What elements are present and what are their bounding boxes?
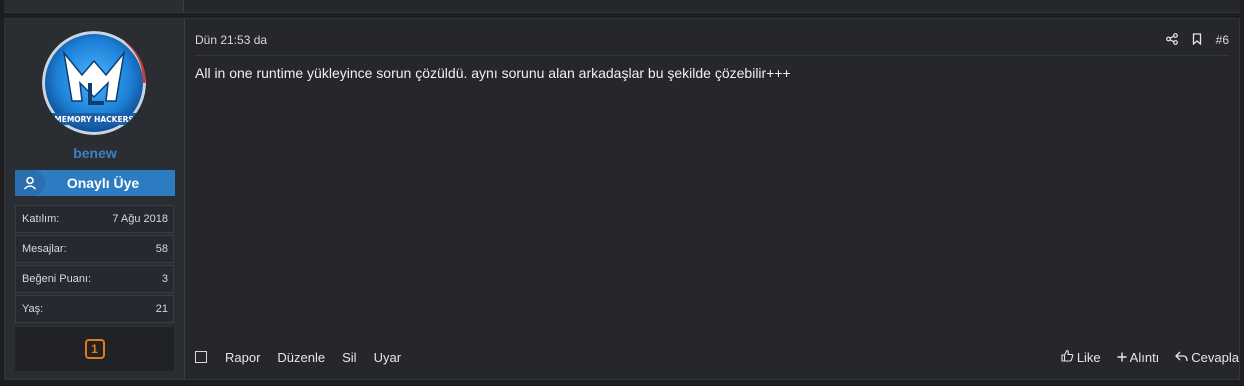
- post-reply-actions: Like Alıntı Cevapla: [1045, 349, 1239, 365]
- bookmark-icon[interactable]: [1192, 32, 1202, 48]
- post-header: Dün 21:53 da #6: [195, 31, 1229, 56]
- share-icon[interactable]: [1165, 32, 1178, 48]
- post-header-actions: #6: [1165, 32, 1229, 48]
- post-number-link[interactable]: #6: [1216, 33, 1229, 47]
- banner-label: Onaylı Üye: [66, 175, 140, 191]
- stat-joined: Katılım: 7 Ağu 2018: [15, 205, 174, 233]
- post-author-sidebar: MEMORY HACKERS benew Onaylı Üye Katılım:…: [5, 19, 185, 379]
- avatar-logo-text: MEMORY HACKERS: [54, 115, 134, 124]
- previous-post-sidebar: [4, 0, 184, 12]
- post-footer: Rapor Düzenle Sil Uyar Like Alıntı Cevap…: [195, 347, 1239, 367]
- user-banner: Onaylı Üye: [15, 170, 175, 196]
- delete-link[interactable]: Sil: [342, 350, 356, 365]
- stat-messages: Mesajlar: 58: [15, 235, 174, 263]
- report-link[interactable]: Rapor: [225, 350, 260, 365]
- user-icon: [15, 170, 45, 196]
- stat-value: 3: [161, 273, 168, 285]
- previous-post-edge: [4, 0, 1240, 13]
- avatar[interactable]: MEMORY HACKERS: [42, 31, 146, 135]
- like-button[interactable]: Like: [1061, 349, 1101, 365]
- like-label: Like: [1076, 349, 1101, 365]
- reply-label: Cevapla: [1191, 349, 1239, 365]
- forum-post: MEMORY HACKERS benew Onaylı Üye Katılım:…: [4, 18, 1240, 380]
- select-post-checkbox[interactable]: [195, 351, 207, 363]
- stat-label: Mesajlar:: [22, 243, 67, 255]
- trophy-icon[interactable]: 1: [84, 339, 105, 359]
- warn-link[interactable]: Uyar: [374, 350, 401, 365]
- quote-button[interactable]: Alıntı: [1117, 349, 1160, 365]
- stat-reaction-score: Beğeni Puanı: 3: [15, 265, 174, 293]
- thumbs-up-icon: [1061, 349, 1074, 365]
- trophy-area: 1: [15, 327, 174, 371]
- post-message: All in one runtime yükleyince sorun çözü…: [195, 65, 791, 81]
- stat-age: Yaş: 21: [15, 295, 174, 323]
- reply-icon: [1175, 350, 1188, 365]
- stat-label: Yaş:: [22, 303, 44, 315]
- stat-label: Beğeni Puanı:: [22, 273, 92, 285]
- memory-hackers-logo-icon: MEMORY HACKERS: [42, 31, 146, 135]
- post-main: Dün 21:53 da #6 All in one runtime yükle…: [185, 19, 1239, 379]
- edit-link[interactable]: Düzenle: [277, 350, 325, 365]
- quote-label: Alıntı: [1129, 349, 1160, 365]
- stat-value: 21: [155, 303, 168, 315]
- post-timestamp[interactable]: Dün 21:53 da: [195, 33, 267, 47]
- reply-button[interactable]: Cevapla: [1175, 350, 1239, 365]
- trophy-count: 1: [91, 342, 98, 356]
- stat-value: 58: [155, 243, 168, 255]
- stat-label: Katılım:: [22, 213, 60, 225]
- username[interactable]: benew: [5, 145, 185, 161]
- user-stats: Katılım: 7 Ağu 2018 Mesajlar: 58 Beğeni …: [15, 205, 174, 325]
- post-moderation-actions: Rapor Düzenle Sil Uyar: [195, 350, 418, 365]
- plus-icon: [1117, 350, 1127, 365]
- stat-value: 7 Ağu 2018: [112, 213, 168, 225]
